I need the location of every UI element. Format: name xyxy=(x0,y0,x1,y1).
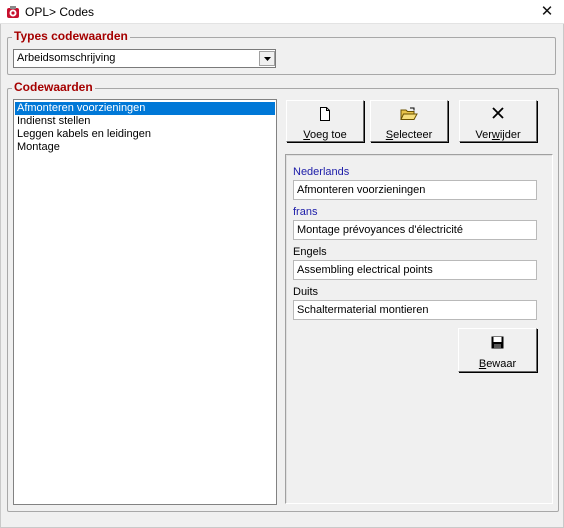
save-button[interactable]: Bewaar xyxy=(458,328,537,372)
list-item[interactable]: Leggen kabels en leidingen xyxy=(15,128,275,141)
window-title: OPL> Codes xyxy=(25,5,95,19)
floppy-disk-icon xyxy=(459,336,536,350)
list-item[interactable]: Afmonteren voorzieningen xyxy=(15,102,275,115)
delete-button[interactable]: Verwijder xyxy=(459,100,537,142)
open-folder-icon xyxy=(371,107,447,121)
select-button-label: Selecteer xyxy=(385,129,433,141)
types-select[interactable]: Arbeidsomschrijving xyxy=(13,49,276,68)
french-input[interactable]: Montage prévoyances d'électricité xyxy=(293,220,537,240)
dutch-label: Nederlands xyxy=(293,166,350,178)
english-input[interactable]: Assembling electrical points xyxy=(293,260,537,280)
dutch-input[interactable]: Afmonteren voorzieningen xyxy=(293,180,537,200)
german-label: Duits xyxy=(293,286,319,298)
code-list[interactable]: Afmonteren voorzieningen Indienst stelle… xyxy=(13,99,277,505)
save-button-label: Bewaar xyxy=(478,358,517,370)
app-icon xyxy=(6,5,20,19)
french-label: frans xyxy=(293,206,318,218)
close-icon: ✕ xyxy=(540,3,554,20)
chevron-down-icon xyxy=(263,56,271,61)
add-button[interactable]: Voeg toe xyxy=(286,100,364,142)
new-document-icon xyxy=(287,107,363,121)
close-button[interactable]: ✕ xyxy=(530,0,564,24)
list-item[interactable]: Montage xyxy=(15,141,275,154)
codes-group-title: Codewaarden xyxy=(12,80,95,94)
types-select-value: Arbeidsomschrijving xyxy=(17,52,116,64)
select-button[interactable]: Selecteer xyxy=(370,100,448,142)
types-group-title: Types codewaarden xyxy=(12,29,130,43)
list-item[interactable]: Indienst stellen xyxy=(15,115,275,128)
english-label: Engels xyxy=(293,246,327,258)
german-input[interactable]: Schaltermaterial montieren xyxy=(293,300,537,320)
title-bar[interactable]: OPL> Codes ✕ xyxy=(0,0,564,24)
add-button-label: Voeg toe xyxy=(303,129,347,141)
delete-button-label: Verwijder xyxy=(475,129,521,141)
delete-x-icon xyxy=(460,107,536,121)
dropdown-button[interactable] xyxy=(259,51,275,66)
